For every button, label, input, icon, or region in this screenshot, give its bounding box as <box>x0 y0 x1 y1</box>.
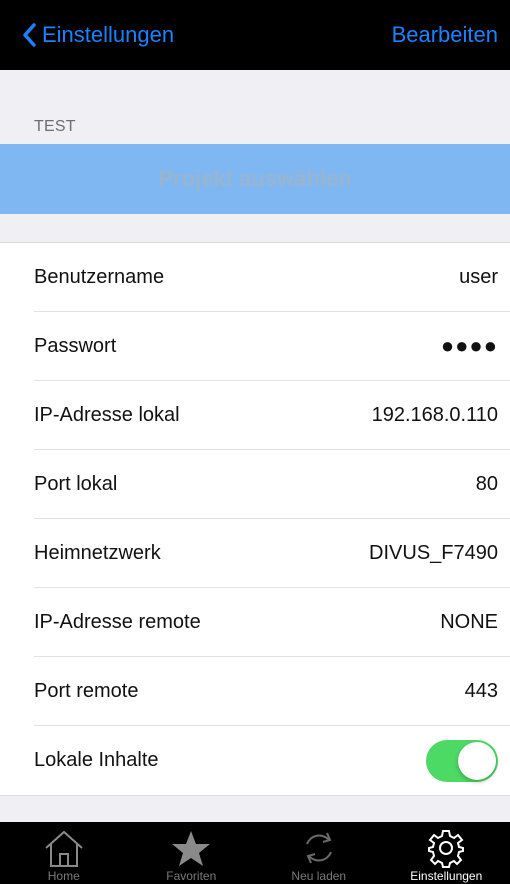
setting-row-ip-remote[interactable]: IP-Adresse remote NONE <box>34 588 510 657</box>
navigation-bar: Einstellungen Bearbeiten <box>0 0 510 70</box>
home-icon <box>45 830 83 867</box>
tab-bar: Home Favoriten Neu laden Einstellungen <box>0 822 510 884</box>
setting-value: 80 <box>475 472 498 495</box>
setting-row-local-content: Lokale Inhalte <box>34 726 510 795</box>
setting-label: IP-Adresse remote <box>34 610 201 633</box>
setting-label: IP-Adresse lokal <box>34 403 180 426</box>
setting-value: 192.168.0.110 <box>371 403 498 426</box>
setting-row-password[interactable]: Passwort ●●●● <box>34 312 510 381</box>
setting-value: DIVUS_F7490 <box>369 541 498 564</box>
gear-icon <box>428 830 465 868</box>
setting-value: user <box>459 265 498 288</box>
toggle-knob <box>458 741 496 780</box>
setting-label: Port remote <box>34 679 139 702</box>
tab-settings[interactable]: Einstellungen <box>383 822 510 884</box>
setting-label: Lokale Inhalte <box>34 749 159 771</box>
password-masked-value: ●●●● <box>440 333 498 358</box>
tab-label: Neu laden <box>291 869 347 883</box>
setting-row-ip-local[interactable]: IP-Adresse lokal 192.168.0.110 <box>34 381 510 450</box>
tab-reload[interactable]: Neu laden <box>255 822 383 884</box>
setting-row-port-local[interactable]: Port lokal 80 <box>34 450 510 519</box>
setting-label: Heimnetzwerk <box>34 541 161 564</box>
refresh-icon <box>305 832 332 864</box>
setting-value: 443 <box>464 679 498 702</box>
setting-row-username[interactable]: Benutzername user <box>34 243 510 312</box>
section-gap <box>0 214 510 242</box>
tab-label: Favoriten <box>166 869 217 883</box>
back-button-label: Einstellungen <box>42 22 175 47</box>
setting-value: NONE <box>440 610 498 633</box>
setting-label: Benutzername <box>34 265 165 288</box>
setting-row-port-remote[interactable]: Port remote 443 <box>34 657 510 726</box>
tab-home[interactable]: Home <box>0 822 128 884</box>
tab-favorites[interactable]: Favoriten <box>128 822 256 884</box>
section-header: TEST <box>34 118 76 135</box>
star-icon <box>172 831 211 866</box>
local-content-toggle[interactable] <box>426 739 498 782</box>
setting-label: Passwort <box>34 334 117 357</box>
tab-label: Einstellungen <box>410 869 483 883</box>
tab-label: Home <box>47 869 80 883</box>
select-project-button[interactable]: Projekt auswählen <box>0 144 510 214</box>
back-button[interactable]: Einstellungen <box>22 22 174 48</box>
settings-list: Benutzername user Passwort ●●●● IP-Adres… <box>0 242 510 796</box>
setting-label: Port lokal <box>34 472 118 495</box>
setting-row-home-network[interactable]: Heimnetzwerk DIVUS_F7490 <box>34 519 510 588</box>
edit-button[interactable]: Bearbeiten <box>392 22 498 48</box>
chevron-left-icon <box>23 23 36 47</box>
